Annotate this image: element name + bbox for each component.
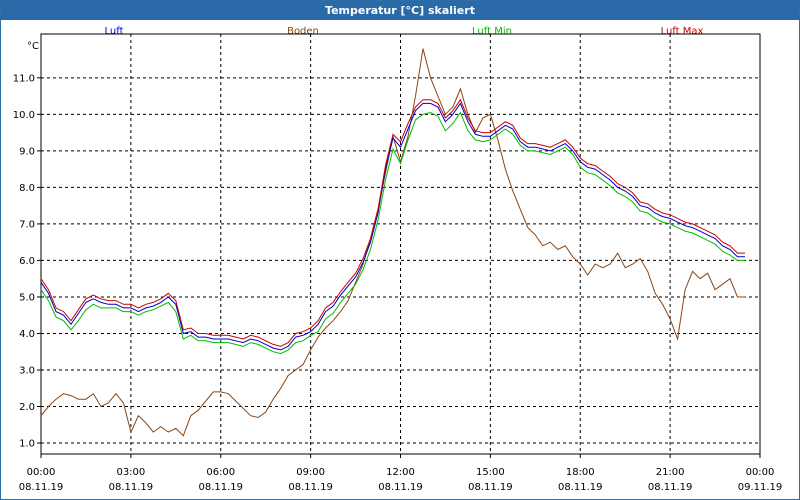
x-tick-time: 09:00 (296, 467, 325, 478)
y-tick-label: 9.0 (19, 146, 35, 157)
x-axis: 00:00 08.11.19 03:00 08.11.19 06:00 08.11.19 0… (19, 454, 783, 493)
y-tick-label: 6.0 (19, 256, 35, 267)
x-tick-date: 08.11.19 (198, 482, 243, 493)
y-tick-label: 7.0 (19, 219, 35, 230)
x-tick-date: 08.11.19 (288, 482, 333, 493)
x-tick-time: 21:00 (656, 467, 685, 478)
y-tick-label: 11.0 (13, 73, 35, 84)
x-tick-date: 08.11.19 (19, 482, 64, 493)
x-tick-time: 00:00 (27, 467, 56, 478)
x-tick-date: 08.11.19 (378, 482, 423, 493)
y-tick-label: 1.0 (19, 439, 35, 450)
x-tick-date: 08.11.19 (648, 482, 693, 493)
temperature-chart: Luft Boden Luft Min Luft Max 1.02.03.04.05.… (13, 26, 783, 493)
y-tick-label: 10.0 (13, 110, 35, 121)
window-title: Temperatur [°C] skaliert (1, 1, 799, 20)
x-tick-date: 09.11.19 (738, 482, 783, 493)
y-tick-label: 2.0 (19, 402, 35, 413)
x-tick-time: 15:00 (476, 467, 505, 478)
y-tick-label: 4.0 (19, 329, 35, 340)
x-tick-date: 08.11.19 (109, 482, 154, 493)
y-axis-label: °C (27, 41, 39, 52)
y-tick-label: 5.0 (19, 292, 35, 303)
x-tick-date: 08.11.19 (468, 482, 513, 493)
chart-window: Temperatur [°C] skaliert Luft Boden Luft M… (0, 0, 800, 500)
x-tick-time: 12:00 (386, 467, 415, 478)
y-tick-label: 3.0 (19, 366, 35, 377)
x-tick-time: 18:00 (566, 467, 595, 478)
x-tick-date: 08.11.19 (558, 482, 603, 493)
x-tick-time: 03:00 (116, 467, 145, 478)
y-tick-label: 8.0 (19, 183, 35, 194)
y-axis: 1.0 2.0 3.0 4.0 5.0 6.0 7.0 8.0 9.0 10.0 11.0 (13, 73, 41, 450)
x-tick-time: 00:00 (746, 467, 775, 478)
x-tick-time: 06:00 (206, 467, 235, 478)
